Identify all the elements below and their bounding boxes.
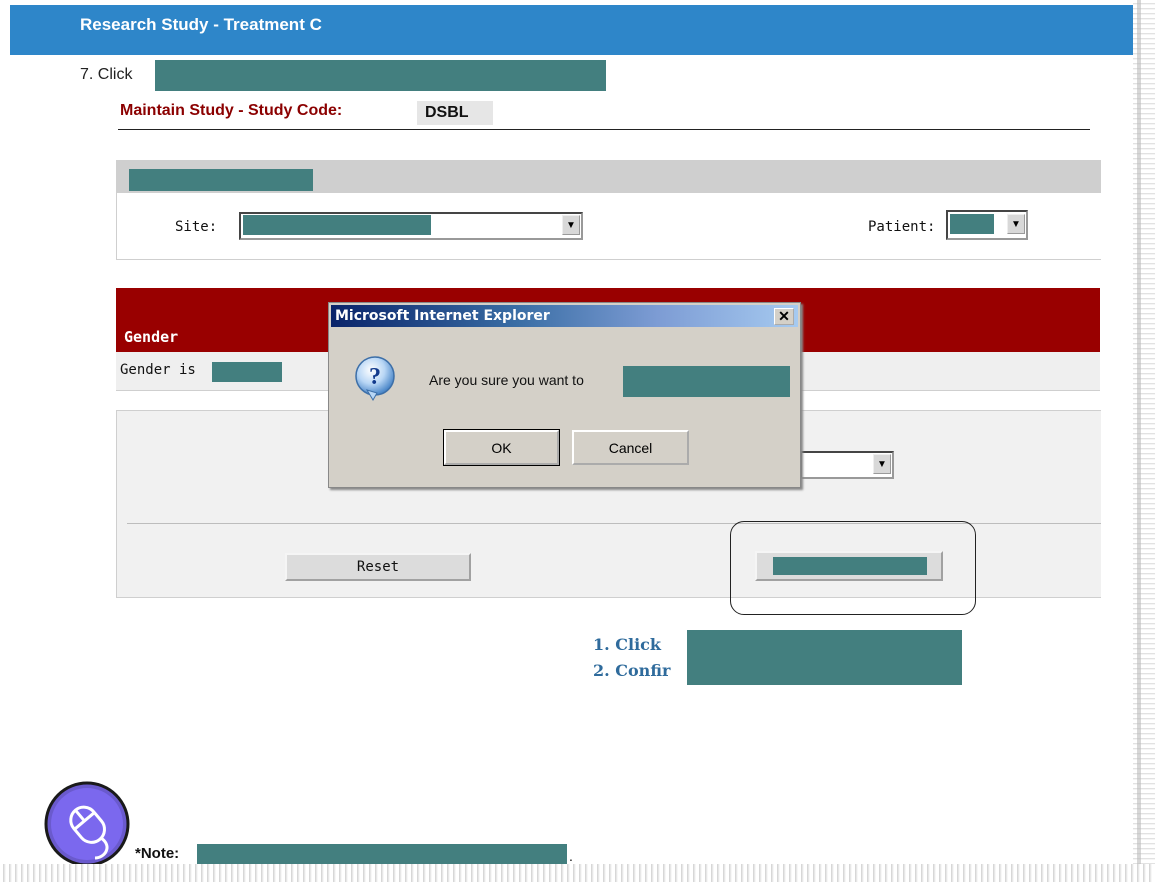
redacted-step-text bbox=[155, 60, 606, 91]
dialog-title: Microsoft Internet Explorer bbox=[335, 308, 550, 324]
torn-edge-bottom bbox=[0, 864, 1155, 882]
step-label: 7. Click bbox=[80, 66, 133, 83]
confirm-dialog: Microsoft Internet Explorer ✕ ? Are you … bbox=[328, 302, 801, 488]
reset-button[interactable]: Reset bbox=[285, 553, 471, 581]
dialog-message: Are you sure you want to bbox=[429, 372, 584, 388]
redacted-site-value bbox=[243, 215, 431, 235]
note-tail: . bbox=[569, 848, 573, 864]
redacted-gender-value bbox=[212, 362, 282, 382]
dialog-titlebar: Microsoft Internet Explorer ✕ bbox=[331, 305, 798, 327]
redacted-dialog-text bbox=[623, 366, 790, 397]
note-label: *Note: bbox=[135, 845, 180, 862]
filter-panel: Site: ▼ Patient: ▼ bbox=[116, 160, 1101, 260]
chevron-down-icon[interactable]: ▼ bbox=[1007, 214, 1025, 234]
mouse-icon bbox=[44, 781, 130, 867]
patient-select[interactable]: ▼ bbox=[946, 210, 1028, 240]
redacted-panel-title bbox=[129, 169, 313, 191]
gender-row-label: Gender is bbox=[120, 362, 196, 378]
filter-panel-header bbox=[117, 161, 1101, 193]
chevron-down-icon[interactable]: ▼ bbox=[873, 454, 891, 474]
cancel-button[interactable]: Cancel bbox=[572, 430, 689, 465]
title-bar: Research Study - Treatment C bbox=[10, 5, 1145, 55]
study-code: DSBL bbox=[417, 101, 493, 125]
instructions: 1. Click 2. Confir bbox=[593, 632, 670, 684]
study-heading: Maintain Study - Study Code: bbox=[120, 102, 343, 119]
gender-title: Gender bbox=[124, 328, 179, 346]
edge-shadow bbox=[1137, 0, 1141, 870]
close-icon[interactable]: ✕ bbox=[774, 308, 794, 325]
action-select[interactable]: ▼ bbox=[800, 451, 894, 479]
page: Research Study - Treatment C 7. Click Ma… bbox=[0, 0, 1155, 882]
heading-divider bbox=[118, 129, 1090, 130]
site-label: Site: bbox=[175, 219, 218, 235]
page-title: Research Study - Treatment C bbox=[80, 15, 322, 34]
chevron-down-icon[interactable]: ▼ bbox=[562, 215, 580, 235]
ok-button[interactable]: OK bbox=[443, 429, 560, 466]
instruction-line-2: 2. Confir bbox=[593, 661, 671, 680]
redacted-patient-value bbox=[950, 214, 994, 234]
patient-label: Patient: bbox=[868, 219, 936, 235]
svg-text:?: ? bbox=[369, 364, 381, 390]
question-icon: ? bbox=[355, 356, 395, 401]
site-select[interactable]: ▼ bbox=[239, 212, 583, 240]
callout-highlight bbox=[730, 521, 976, 615]
instruction-line-1: 1. Click bbox=[593, 635, 661, 654]
redacted-instruction-text bbox=[687, 630, 962, 685]
